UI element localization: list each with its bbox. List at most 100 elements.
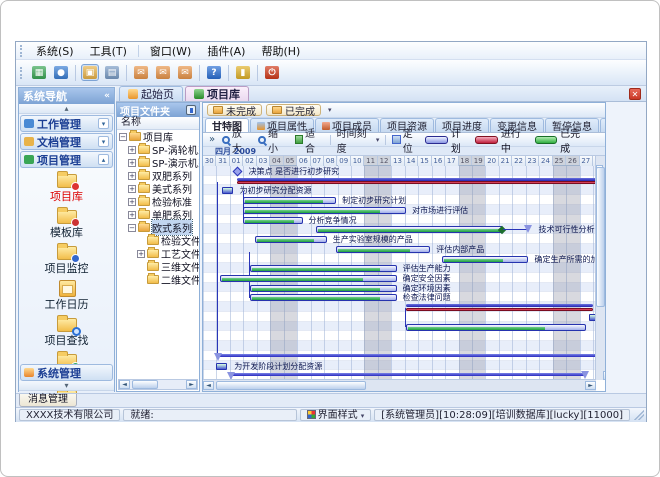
tree-horizontal-scrollbar[interactable]: ◄ ► — [118, 379, 198, 390]
expand-icon[interactable]: + — [128, 198, 136, 206]
scroll-down-button[interactable]: ▾ — [19, 381, 114, 391]
close-icon[interactable]: ✕ — [629, 88, 641, 100]
legend-swatch-plan — [425, 136, 447, 144]
tool-适合[interactable]: 适合 — [291, 125, 328, 155]
resize-grip[interactable] — [634, 410, 644, 420]
chevron-icon[interactable]: ▾ — [98, 136, 109, 147]
filter-button-未完成[interactable]: 未完成 — [207, 104, 262, 116]
tool-定位[interactable]: 定位 — [388, 125, 425, 155]
sidebar-item-项目库[interactable]: 项目库 — [19, 171, 114, 203]
tool-缩小[interactable]: 缩小 — [254, 125, 290, 155]
task-bar — [316, 226, 503, 233]
scroll-down-icon[interactable]: ▼ — [603, 371, 606, 380]
gantt-chart-area[interactable]: 决策点 是否进行初步研究为初步研究分配资源制定初步研究计划对市场进行评估分析竞争… — [203, 166, 596, 380]
menu-item[interactable]: 帮助(H) — [253, 42, 308, 60]
menu-item[interactable]: 插件(A) — [199, 42, 253, 60]
sidebar-item-label: 工作日历 — [19, 299, 114, 311]
user-card-icon[interactable]: ▦ — [30, 64, 48, 81]
tab-label: 起始页 — [141, 86, 174, 102]
scroll-up-button[interactable]: ▴ — [19, 104, 114, 114]
chevron-icon[interactable]: ▾ — [98, 118, 109, 129]
collapse-icon[interactable]: − — [128, 224, 136, 232]
folder-icon — [138, 197, 150, 206]
mail-new-icon[interactable]: ✉ — [132, 64, 150, 81]
style-button[interactable]: 界面样式 ▾ — [300, 409, 372, 421]
task-label: 制定初步研究计划 — [342, 196, 406, 205]
plan-line-bar — [229, 373, 585, 376]
tab-label: 项目库 — [207, 86, 240, 102]
folder-window-icon[interactable]: ▣ — [81, 64, 99, 81]
sidebar-item-label: 项目监控 — [19, 263, 114, 275]
task-progress — [222, 278, 363, 281]
toolbar-separator — [257, 65, 258, 81]
folder-icon — [138, 184, 150, 193]
nav-section-2[interactable]: 文档管理▾ — [20, 133, 113, 150]
power-icon[interactable]: ⏻ — [263, 64, 281, 81]
menu-item[interactable]: 工具(T) — [82, 42, 135, 60]
filter-button-已完成[interactable]: 已完成 — [266, 104, 321, 116]
folder-window-icon: ▣ — [83, 66, 97, 79]
mail-open-icon[interactable]: ✉ — [154, 64, 172, 81]
day-cell: 22 — [512, 156, 525, 166]
expand-icon[interactable]: + — [128, 146, 136, 154]
badge-icon — [71, 182, 80, 191]
chevron-icon[interactable]: ▴ — [98, 154, 109, 165]
day-cell: 11 — [364, 156, 377, 165]
globe-icon[interactable]: ● — [52, 64, 70, 81]
gantt-row — [203, 312, 596, 322]
nav-section-3[interactable]: 项目管理▴ — [20, 151, 113, 168]
scroll-thumb[interactable] — [596, 167, 605, 307]
expand-icon[interactable]: + — [128, 185, 136, 193]
tool-label: 时间刻度 — [337, 125, 374, 155]
layout-window-icon[interactable]: ▤ — [103, 64, 121, 81]
day-cell: 17 — [445, 156, 458, 166]
tree-node-二维文件[interactable]: 二维文件 — [117, 273, 199, 286]
nav-section-bottom[interactable]: 系统管理 — [20, 364, 113, 381]
sidebar-item-项目监控[interactable]: 项目监控 — [19, 243, 114, 275]
expand-icon[interactable]: + — [128, 159, 136, 167]
legend: 计划进行中已完成 — [425, 125, 602, 155]
message-manager-tab[interactable]: 消息管理 — [19, 394, 77, 407]
pin-icon[interactable]: « — [104, 91, 110, 101]
expand-icon[interactable]: + — [128, 211, 136, 219]
gantt-horizontal-scrollbar[interactable]: ◄ ► — [203, 379, 596, 391]
plan-line-bar — [216, 354, 596, 357]
task-bar — [255, 236, 326, 243]
scroll-right-icon[interactable]: ► — [585, 381, 596, 390]
day-cell: 09 — [338, 156, 351, 166]
collapse-icon[interactable]: − — [119, 133, 127, 141]
task-bar — [243, 217, 302, 224]
tree-column-header[interactable]: 名称 — [117, 117, 199, 130]
task-label: 生产实验室规模的产品 — [333, 235, 413, 244]
scroll-right-icon[interactable]: ► — [186, 380, 197, 389]
tab-起始页[interactable]: 起始页 — [119, 86, 183, 101]
day-cell: 15 — [418, 156, 431, 166]
nav-section-1[interactable]: 工作管理▾ — [20, 115, 113, 132]
tool-时间刻度[interactable]: 时间刻度▾ — [333, 125, 384, 155]
gantt-vertical-scrollbar[interactable]: ▲ ▼ — [595, 156, 605, 380]
task-label: 确定生产所需的加工 — [534, 255, 596, 264]
chevron-down-icon[interactable]: ▾ — [325, 106, 335, 114]
main-area: 起始页项目库 ✕ 项目文件夹 名称 −项目库+SP-涡轮机系+SP-演示机系+双… — [116, 86, 646, 392]
scroll-thumb[interactable] — [216, 381, 366, 390]
menu-item[interactable]: 系统(S) — [28, 42, 82, 60]
expand-icon[interactable]: + — [128, 172, 136, 180]
scroll-left-icon[interactable]: ◄ — [203, 381, 214, 390]
sidebar-item-模板库[interactable]: 模板库 — [19, 207, 114, 239]
sidebar-item-工作日历[interactable]: 工作日历 — [19, 279, 114, 311]
tab-项目库[interactable]: 项目库 — [185, 86, 249, 101]
mail-forward-icon[interactable]: ✉ — [176, 64, 194, 81]
lock-icon[interactable]: ▮ — [234, 64, 252, 81]
expand-icon[interactable]: + — [137, 250, 145, 258]
sidebar-item-label: 项目库 — [19, 191, 114, 203]
help-icon[interactable]: ? — [205, 64, 223, 81]
menu-item[interactable]: 窗口(W) — [142, 42, 199, 60]
day-cell: 19 — [472, 156, 485, 165]
filter-label: 未完成 — [226, 103, 256, 118]
power-icon: ⏻ — [265, 66, 279, 79]
scroll-left-icon[interactable]: ◄ — [119, 380, 130, 389]
sidebar-item-项目查找[interactable]: 项目查找 — [19, 315, 114, 347]
overflow-chevron-icon[interactable]: » — [206, 134, 218, 145]
scroll-thumb[interactable] — [132, 380, 158, 389]
pin-icon[interactable] — [186, 105, 196, 115]
